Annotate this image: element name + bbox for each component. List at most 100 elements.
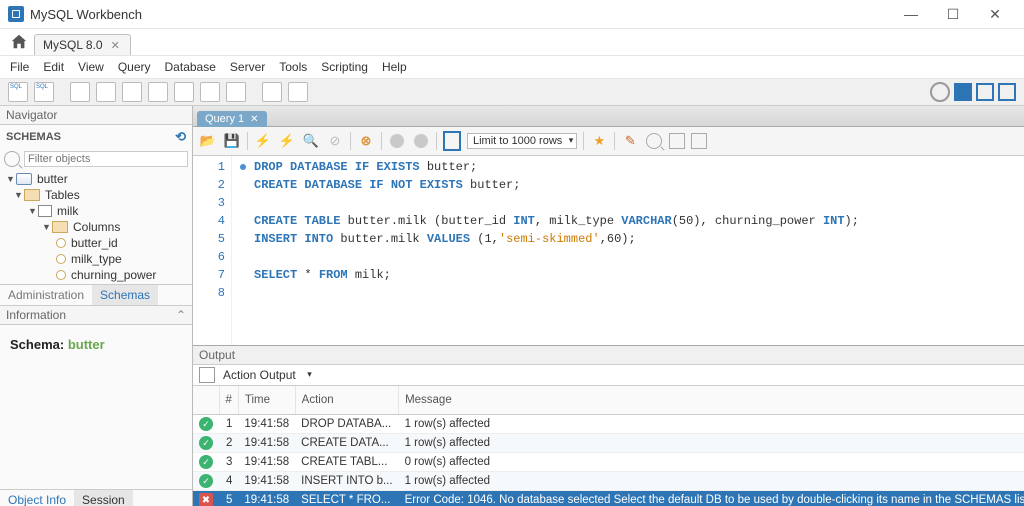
limit-dropdown[interactable]: Limit to 1000 rows xyxy=(467,133,577,149)
tree-db[interactable]: ▼butter xyxy=(0,171,192,187)
commit-icon[interactable] xyxy=(388,132,406,150)
tree-table[interactable]: ▼milk xyxy=(0,203,192,219)
favorite-icon[interactable]: ★ xyxy=(590,132,608,150)
toolbar-button[interactable] xyxy=(200,82,220,102)
sql-editor[interactable]: 12345678 DROP DATABASE IF EXISTS butter;… xyxy=(193,156,1024,345)
col-action[interactable]: Action xyxy=(295,386,398,415)
home-icon[interactable] xyxy=(10,33,28,51)
output-row[interactable]: ✖519:41:58SELECT * FRO...Error Code: 104… xyxy=(193,491,1024,506)
information-panel: Schema: butter xyxy=(0,325,192,489)
tree-columns[interactable]: ▼Columns xyxy=(0,219,192,235)
toolbar-button[interactable] xyxy=(262,82,282,102)
connection-tab-label: MySQL 8.0 xyxy=(43,38,103,52)
autocommit-icon[interactable] xyxy=(443,132,461,150)
menu-view[interactable]: View xyxy=(78,60,104,74)
tab-administration[interactable]: Administration xyxy=(0,285,92,305)
rollback-icon[interactable] xyxy=(412,132,430,150)
col-status xyxy=(193,386,219,415)
app-icon xyxy=(8,6,24,22)
navigator-title: Navigator xyxy=(0,106,192,125)
col-num[interactable]: # xyxy=(219,386,238,415)
search-icon xyxy=(4,151,20,167)
toolbar-button[interactable] xyxy=(174,82,194,102)
toolbar-button[interactable] xyxy=(96,82,116,102)
window-title: MySQL Workbench xyxy=(30,7,890,22)
beautify-icon[interactable]: ✎ xyxy=(621,132,639,150)
toggle-icon[interactable]: ⊗ xyxy=(357,132,375,150)
execute-current-icon[interactable]: ⚡ xyxy=(278,132,296,150)
output-type-dropdown[interactable]: Action Output xyxy=(221,367,316,383)
toolbar-button[interactable] xyxy=(669,133,685,149)
panel-toggle-right[interactable] xyxy=(998,83,1016,101)
col-time[interactable]: Time xyxy=(238,386,295,415)
connection-tab-bar: MySQL 8.0 ✕ xyxy=(0,29,1024,55)
explain-icon[interactable]: 🔍 xyxy=(302,132,320,150)
schema-label: Schema: xyxy=(10,337,64,352)
tree-column[interactable]: churning_power xyxy=(0,267,192,283)
menu-query[interactable]: Query xyxy=(118,60,151,74)
close-icon[interactable]: ✕ xyxy=(111,39,120,52)
chevron-icon[interactable]: ⌃ xyxy=(176,308,186,322)
minimize-button[interactable]: — xyxy=(890,0,932,28)
output-table: # Time Action Message Duration / Fetch ✓… xyxy=(193,386,1024,506)
toolbar-button[interactable] xyxy=(70,82,90,102)
tab-schemas[interactable]: Schemas xyxy=(92,285,158,305)
query-tab[interactable]: Query 1 ✕ xyxy=(197,111,267,127)
editor-toolbar: 📂 💾 ⚡ ⚡ 🔍 ⊘ ⊗ Limit to 1000 rows ★ ✎ xyxy=(193,127,1024,156)
execute-icon[interactable]: ⚡ xyxy=(254,132,272,150)
search-icon[interactable] xyxy=(645,132,663,150)
column-icon xyxy=(56,254,66,264)
menu-tools[interactable]: Tools xyxy=(279,60,307,74)
main-area: Query 1 ✕ 📂 💾 ⚡ ⚡ 🔍 ⊘ ⊗ Limit to 1000 ro… xyxy=(193,106,1024,506)
menu-edit[interactable]: Edit xyxy=(43,60,64,74)
output-panel: Output Action Output # Time Action Messa… xyxy=(193,345,1024,506)
database-icon xyxy=(16,173,32,185)
clear-output-icon[interactable] xyxy=(199,367,215,383)
column-icon xyxy=(56,270,66,280)
toolbar-button[interactable] xyxy=(691,133,707,149)
new-sql-tab-button[interactable] xyxy=(8,82,28,102)
main-toolbar xyxy=(0,79,1024,106)
output-title: Output xyxy=(193,346,1024,365)
col-message[interactable]: Message xyxy=(399,386,1024,415)
close-icon[interactable]: ✕ xyxy=(250,114,258,125)
menu-server[interactable]: Server xyxy=(230,60,265,74)
output-row[interactable]: ✓419:41:58INSERT INTO b...1 row(s) affec… xyxy=(193,472,1024,491)
output-row[interactable]: ✓119:41:58DROP DATABA...1 row(s) affecte… xyxy=(193,415,1024,434)
open-icon[interactable]: 📂 xyxy=(199,132,217,150)
column-icon xyxy=(56,238,66,248)
stop-icon[interactable]: ⊘ xyxy=(326,132,344,150)
menu-scripting[interactable]: Scripting xyxy=(321,60,368,74)
information-title: Information xyxy=(6,308,66,322)
close-button[interactable]: ✕ xyxy=(974,0,1016,28)
tree-tables[interactable]: ▼Tables xyxy=(0,187,192,203)
menu-database[interactable]: Database xyxy=(165,60,216,74)
panel-toggle-left[interactable] xyxy=(954,83,972,101)
toolbar-button[interactable] xyxy=(226,82,246,102)
tab-session[interactable]: Session xyxy=(74,490,133,506)
refresh-icon[interactable]: ⟲ xyxy=(175,129,186,145)
open-sql-button[interactable] xyxy=(34,82,54,102)
save-icon[interactable]: 💾 xyxy=(223,132,241,150)
output-row[interactable]: ✓319:41:58CREATE TABL...0 row(s) affecte… xyxy=(193,453,1024,472)
menu-file[interactable]: File xyxy=(10,60,29,74)
tree-column[interactable]: milk_type xyxy=(0,251,192,267)
panel-toggle-bottom[interactable] xyxy=(976,83,994,101)
schema-tree[interactable]: ▼butter ▼Tables ▼milk ▼Columns butter_id… xyxy=(0,169,192,284)
schemas-label: SCHEMAS xyxy=(6,131,61,143)
connection-tab[interactable]: MySQL 8.0 ✕ xyxy=(34,34,131,55)
toolbar-button[interactable] xyxy=(148,82,168,102)
folder-icon xyxy=(52,221,68,233)
table-icon xyxy=(38,205,52,217)
tree-column[interactable]: butter_id xyxy=(0,235,192,251)
toolbar-button[interactable] xyxy=(122,82,142,102)
gear-icon[interactable] xyxy=(930,82,950,102)
filter-input[interactable] xyxy=(24,151,188,167)
maximize-button[interactable]: ☐ xyxy=(932,0,974,28)
tab-object-info[interactable]: Object Info xyxy=(0,490,74,506)
toolbar-button[interactable] xyxy=(288,82,308,102)
schema-name: butter xyxy=(68,337,105,352)
menu-help[interactable]: Help xyxy=(382,60,407,74)
output-row[interactable]: ✓219:41:58CREATE DATA...1 row(s) affecte… xyxy=(193,434,1024,453)
sidebar: Navigator SCHEMAS ⟲ ▼butter ▼Tables ▼mil… xyxy=(0,106,193,506)
